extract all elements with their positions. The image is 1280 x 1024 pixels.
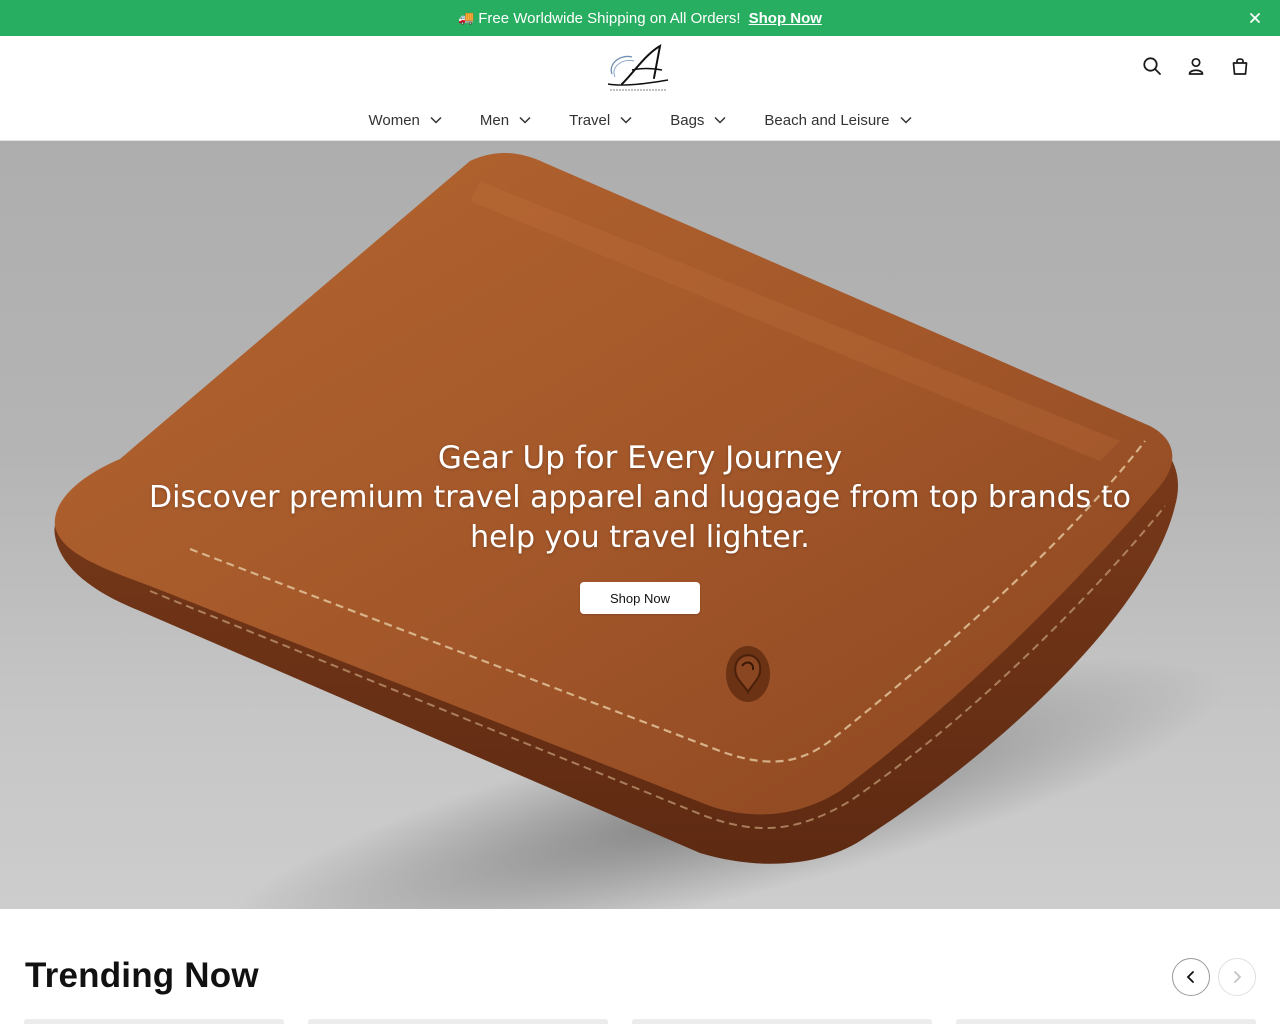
carousel-prev-button[interactable] [1172,958,1210,996]
chevron-down-icon [430,116,442,124]
bag-icon[interactable] [1230,56,1250,76]
nav-item-label: Men [479,111,510,129]
nav-item-bags[interactable]: Bags [670,108,726,132]
hero-shop-now-button[interactable]: Shop Now [580,582,700,614]
product-card[interactable] [956,1019,1256,1024]
product-card[interactable] [24,1019,284,1024]
chevron-down-icon [714,116,726,124]
header-actions [1142,56,1250,76]
announcement-text: Free Worldwide Shipping on All Orders! [478,9,741,27]
nav-item-men[interactable]: Men [480,108,531,132]
brand-logo[interactable] [606,44,674,92]
truck-icon: 🚚 [458,10,475,25]
chevron-left-icon [1186,971,1194,983]
nav-item-label: Bags [670,111,705,129]
announcement-shop-now-link[interactable]: Shop Now [749,10,822,27]
chevron-down-icon [899,116,912,124]
nav-item-label: Travel [569,111,611,129]
carousel-next-button[interactable] [1218,958,1256,996]
announcement-bar: 🚚 Free Worldwide Shipping on All Orders!… [0,0,1280,36]
product-card[interactable] [632,1019,932,1024]
nav-item-label: Women [368,111,420,129]
hero-title: Gear Up for Every Journey [437,440,843,476]
close-icon[interactable] [1246,9,1264,27]
chevron-right-icon [1234,971,1242,983]
site-header: Women Men Travel Bags Beach and Leisure [0,36,1280,141]
chevron-down-icon [620,116,632,124]
main-nav: Women Men Travel Bags Beach and Leisure [0,108,1280,132]
trending-title: Trending Now [25,956,259,995]
hero-text: Gear Up for Every Journey Discover premi… [0,438,1280,558]
chevron-down-icon [519,116,531,124]
hero-subtitle: Discover premium travel apparel and lugg… [149,480,1131,555]
nav-item-beach-and-leisure[interactable]: Beach and Leisure [764,108,912,132]
nav-item-women[interactable]: Women [368,108,442,132]
hero-banner: Gear Up for Every Journey Discover premi… [0,141,1280,909]
nav-item-travel[interactable]: Travel [569,108,632,132]
account-icon[interactable] [1186,56,1206,76]
nav-item-label: Beach and Leisure [764,111,890,129]
product-card[interactable] [308,1019,608,1024]
search-icon[interactable] [1142,56,1162,76]
